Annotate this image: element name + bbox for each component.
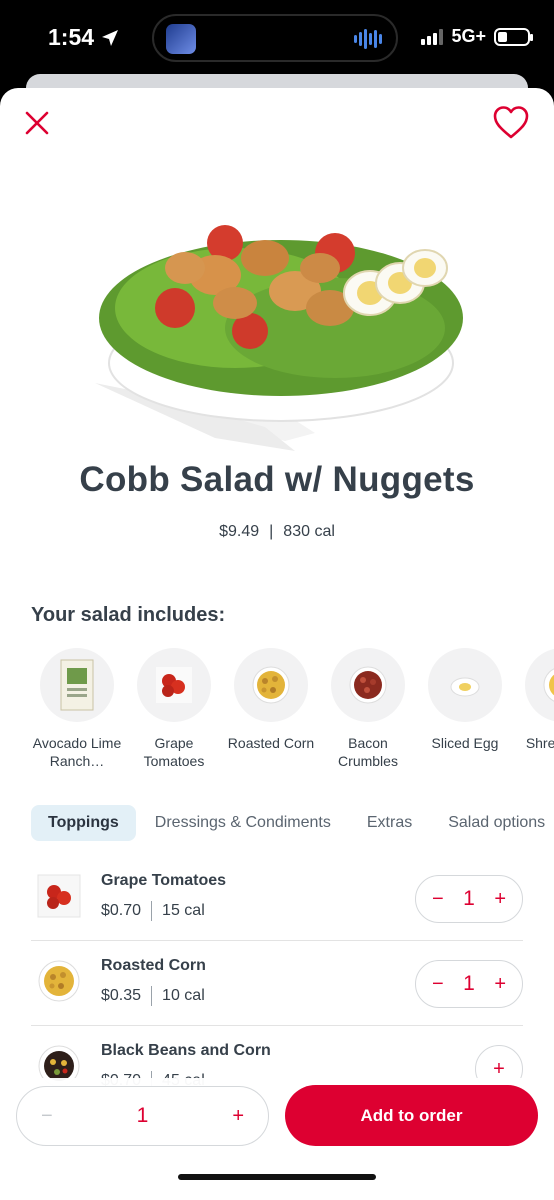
include-image (525, 648, 554, 722)
item-price: $9.49 (219, 523, 260, 540)
tab-salad-options[interactable]: Salad options (431, 805, 554, 841)
order-quantity: 1 (136, 1104, 149, 1127)
tab-dressings-condiments[interactable]: Dressings & Condiments (138, 805, 348, 841)
cellular-signal-icon (421, 28, 444, 45)
item-meta: $9.49 | 830 cal (0, 523, 554, 541)
salad-hero-image (95, 225, 463, 451)
list-item: Roasted Corn $0.35 10 cal − 1 + (31, 941, 523, 1026)
add-to-order-button[interactable]: Add to order (285, 1085, 538, 1146)
status-time: 1:54 (48, 24, 120, 51)
divider (151, 986, 153, 1006)
topping-name: Roasted Corn (101, 957, 206, 974)
network-type: 5G+ (451, 26, 486, 46)
include-label: Shre Monte (525, 735, 554, 751)
divider (151, 901, 153, 921)
favorite-button[interactable] (492, 104, 530, 142)
list-item: Grape Tomatoes $0.70 15 cal − 1 + (31, 856, 523, 941)
home-indicator (178, 1174, 376, 1180)
now-playing-app-icon (166, 24, 196, 54)
quantity-stepper: − 1 + (415, 960, 523, 1008)
shredded-cheese-icon (543, 668, 554, 702)
topping-meta: $0.70 15 cal (101, 901, 205, 921)
decrease-button[interactable]: − (432, 973, 444, 996)
topping-meta: $0.35 10 cal (101, 986, 205, 1006)
dynamic-island (152, 14, 398, 62)
include-label: Grape Tomatoes (143, 735, 205, 769)
topping-price: $0.35 (101, 987, 142, 1004)
include-image (40, 648, 114, 722)
topping-name: Black Beans and Corn (101, 1042, 271, 1059)
include-item[interactable]: Grape Tomatoes (125, 648, 223, 770)
tab-toppings[interactable]: Toppings (31, 805, 136, 841)
include-image (331, 648, 405, 722)
dressing-packet-icon (60, 659, 94, 711)
order-bar: − 1 + Add to order (0, 1078, 554, 1200)
tab-extras[interactable]: Extras (350, 805, 429, 841)
bacon-crumbles-icon (349, 666, 387, 704)
decrease-button[interactable]: − (432, 888, 444, 911)
topping-price: $0.70 (101, 902, 142, 919)
quantity-value: 1 (463, 972, 475, 995)
audio-wave-icon (354, 28, 382, 50)
sliced-egg-icon (450, 677, 480, 697)
battery-icon (494, 27, 533, 46)
include-item[interactable]: Roasted Corn (222, 648, 320, 752)
order-quantity-stepper: − 1 + (16, 1086, 269, 1146)
includes-carousel[interactable]: Avocado Lime Ranch… Grape Tomatoes Roast… (28, 648, 554, 778)
status-indicators: 5G+ (421, 26, 533, 47)
include-label: Sliced Egg (431, 735, 499, 751)
increase-quantity-button[interactable]: + (232, 1105, 244, 1128)
includes-heading: Your salad includes: (31, 604, 226, 626)
increase-button[interactable]: + (494, 973, 506, 996)
include-item[interactable]: Sliced Egg (416, 648, 514, 752)
include-item[interactable]: Bacon Crumbles (319, 648, 417, 770)
clock: 1:54 (48, 24, 95, 50)
status-bar: 1:54 5G+ (0, 0, 554, 78)
roasted-corn-icon (252, 666, 290, 704)
roasted-corn-icon (38, 960, 80, 1002)
quantity-value: 1 (463, 887, 475, 910)
include-image (137, 648, 211, 722)
include-label: Roasted Corn (227, 735, 315, 751)
include-item[interactable]: Avocado Lime Ranch… (28, 648, 126, 770)
grape-tomatoes-icon (37, 874, 81, 918)
toppings-list: Grape Tomatoes $0.70 15 cal − 1 + Roaste… (31, 856, 523, 1111)
topping-name: Grape Tomatoes (101, 872, 227, 889)
decrease-quantity-button[interactable]: − (41, 1105, 53, 1128)
include-item[interactable]: Shre Monte (513, 648, 554, 752)
close-button[interactable] (22, 108, 52, 138)
grape-tomatoes-icon (156, 667, 192, 703)
topping-calories: 15 cal (162, 902, 205, 919)
increase-button[interactable]: + (494, 888, 506, 911)
heart-icon (493, 106, 529, 139)
include-image (428, 648, 502, 722)
item-calories: 830 cal (283, 523, 335, 540)
close-icon (25, 111, 49, 135)
meta-separator: | (269, 523, 274, 540)
topping-calories: 10 cal (162, 987, 205, 1004)
include-label: Bacon Crumbles (338, 735, 398, 769)
include-label: Avocado Lime Ranch… (32, 735, 122, 769)
include-image (234, 648, 308, 722)
item-detail-sheet: Cobb Salad w/ Nuggets $9.49 | 830 cal Yo… (0, 88, 554, 1200)
customization-tabs: Toppings Dressings & Condiments Extras S… (31, 804, 554, 842)
item-title: Cobb Salad w/ Nuggets (79, 460, 475, 499)
location-arrow-icon (102, 29, 119, 46)
quantity-stepper: − 1 + (415, 875, 523, 923)
